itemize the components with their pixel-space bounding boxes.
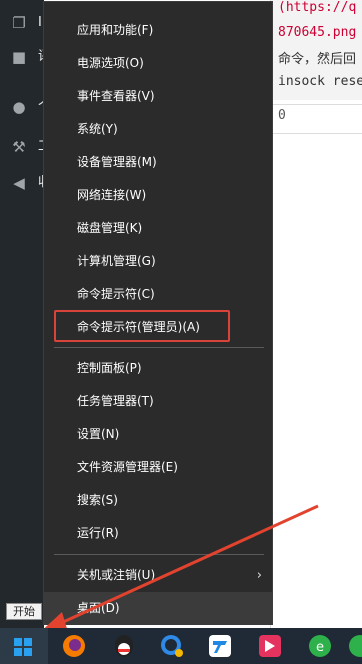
chat-bubble-icon[interactable]: [158, 632, 186, 660]
windows-start-icon: [14, 638, 32, 656]
menu-item-run[interactable]: 运行(R): [44, 517, 272, 550]
menu-item-disk-management[interactable]: 磁盘管理(K): [44, 212, 272, 245]
menu-item-file-explorer[interactable]: 文件资源管理器(E): [44, 451, 272, 484]
menu-item-computer-management[interactable]: 计算机管理(G): [44, 245, 272, 278]
excel-icon[interactable]: e: [306, 632, 334, 660]
svg-text:e: e: [316, 640, 324, 655]
firefox-icon[interactable]: [60, 632, 88, 660]
menu-item-desktop[interactable]: 桌面(D): [44, 592, 272, 625]
highlight-box: [54, 310, 230, 342]
users-icon[interactable]: ●: [10, 98, 28, 116]
menu-item-label: 应用和功能(F): [77, 23, 154, 37]
menu-item-control-panel[interactable]: 控制面板(P): [44, 352, 272, 385]
menu-item-label: 电源选项(O): [77, 56, 144, 70]
menu-item-label: 系统(Y): [77, 122, 118, 136]
code-line: 命令，然后回: [278, 52, 357, 67]
menu-item-device-manager[interactable]: 设备管理器(M): [44, 146, 272, 179]
code-line: 870645.png: [278, 25, 357, 40]
menu-item-label: 命令提示符(C): [77, 287, 155, 301]
menu-item-label: 设置(N): [77, 427, 120, 441]
menu-item-event-viewer[interactable]: 事件查看器(V): [44, 80, 272, 113]
menu-item-label: 任务管理器(T): [77, 394, 154, 408]
start-tooltip: 开始: [6, 603, 42, 620]
menu-item-label: 文件资源管理器(E): [77, 460, 178, 474]
start-button[interactable]: [0, 628, 48, 664]
menu-item-shutdown-signout[interactable]: 关机或注销(U) ›: [44, 559, 272, 592]
menu-item-label: 计算机管理(G): [77, 254, 156, 268]
code-line: insock rese: [278, 74, 362, 89]
menu-item-label: 搜索(S): [77, 493, 118, 507]
tools-icon[interactable]: ⚒: [10, 138, 28, 156]
menu-item-system[interactable]: 系统(Y): [44, 113, 272, 146]
green-app-icon[interactable]: [346, 632, 362, 660]
pages-icon[interactable]: ❐: [10, 14, 28, 32]
collapse-icon[interactable]: ◀: [10, 174, 28, 192]
menu-item-task-manager[interactable]: 任务管理器(T): [44, 385, 272, 418]
menu-divider: [54, 554, 264, 555]
menu-item-search[interactable]: 搜索(S): [44, 484, 272, 517]
menu-item-label: 事件查看器(V): [77, 89, 155, 103]
table-cell: 0: [278, 108, 286, 123]
admin-sidebar: ❐ I ■ 评 ● 个 ⚒ 工 ◀ 收: [0, 0, 44, 628]
code-line: (https://q: [278, 0, 357, 15]
menu-item-label: 关机或注销(U): [77, 568, 156, 582]
kingsoft-app-icon[interactable]: [256, 632, 284, 660]
menu-item-label: 磁盘管理(K): [77, 221, 143, 235]
winx-context-menu: 应用和功能(F) 电源选项(O) 事件查看器(V) 系统(Y) 设备管理器(M)…: [43, 1, 273, 625]
menu-item-apps-features[interactable]: 应用和功能(F): [44, 14, 272, 47]
menu-item-label: 控制面板(P): [77, 361, 142, 375]
comments-icon[interactable]: ■: [10, 48, 28, 66]
menu-item-label: 桌面(D): [77, 601, 120, 615]
menu-item-settings[interactable]: 设置(N): [44, 418, 272, 451]
chevron-right-icon: ›: [256, 568, 262, 583]
menu-item-command-prompt[interactable]: 命令提示符(C): [44, 278, 272, 311]
menu-item-network-connections[interactable]: 网络连接(W): [44, 179, 272, 212]
menu-item-power-options[interactable]: 电源选项(O): [44, 47, 272, 80]
qq-icon[interactable]: [110, 632, 138, 660]
taskbar: e: [0, 628, 362, 664]
menu-item-label: 运行(R): [77, 526, 119, 540]
menu-item-label: 设备管理器(M): [77, 155, 157, 169]
menu-divider: [54, 347, 264, 348]
tencent-docs-icon[interactable]: [206, 632, 234, 660]
menu-item-label: 网络连接(W): [77, 188, 147, 202]
